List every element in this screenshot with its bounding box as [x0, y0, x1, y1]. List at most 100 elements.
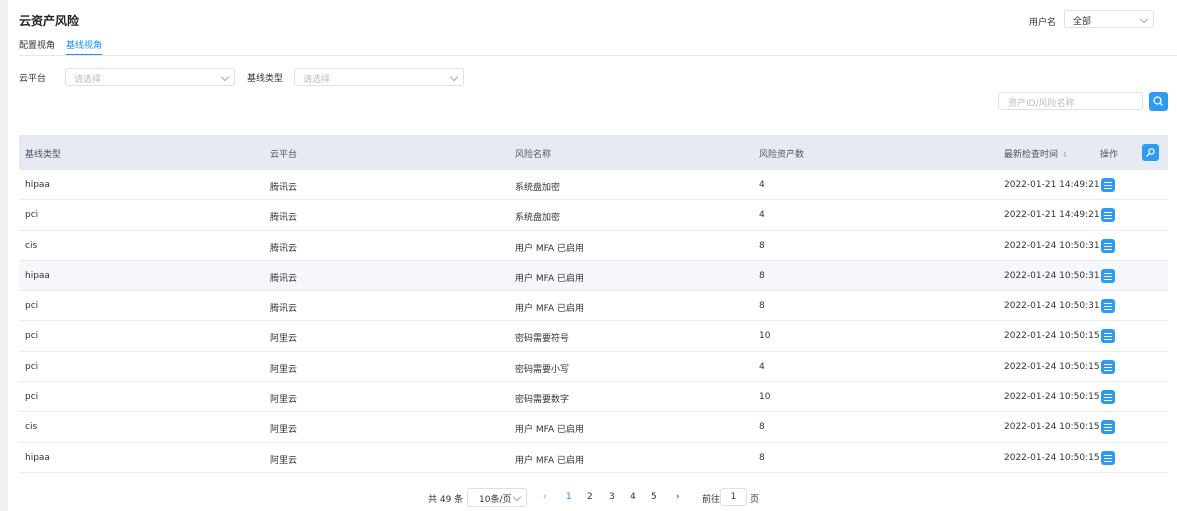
list-icon: [1104, 218, 1112, 220]
list-icon: [1104, 188, 1112, 189]
page-3[interactable]: 3: [609, 492, 615, 502]
column-header: 操作: [1100, 150, 1119, 160]
tab-baseline-view[interactable]: 基线视角: [66, 38, 103, 56]
list-icon: [1104, 400, 1112, 402]
next-page-button[interactable]: ›: [676, 492, 680, 502]
list-icon: [1104, 366, 1112, 368]
table-cell: 用户 MFA 已启用: [515, 455, 584, 466]
column-header: 风险资产数: [759, 150, 805, 160]
list-icon: [1104, 339, 1112, 341]
table-row: pci 阿里云 密码需要小写 4 2022-01-24 10:50:15: [19, 351, 1168, 383]
detail-list-button[interactable]: [1101, 450, 1115, 465]
goto-page-input[interactable]: 1: [720, 488, 747, 506]
table-cell: 系统盘加密: [515, 183, 561, 193]
page-suffix: 页: [750, 495, 760, 505]
table-cell: pci: [25, 331, 39, 342]
search-button[interactable]: [1149, 92, 1168, 111]
list-icon: [1104, 430, 1112, 432]
list-icon: [1104, 303, 1112, 305]
table-cell: pci: [25, 301, 39, 312]
list-icon: [1104, 185, 1112, 186]
search-placeholder: 资产ID/风险名称: [1008, 99, 1075, 109]
wrench-icon: [1146, 148, 1155, 157]
baseline-type-label: 基线类型: [247, 74, 284, 84]
user-filter-label: 用户名: [1029, 18, 1057, 28]
cloud-platform-select[interactable]: 请选择: [65, 68, 235, 86]
table-cell: cis: [25, 240, 38, 251]
baseline-type-select[interactable]: 请选择: [294, 68, 464, 86]
table-row: pci 腾讯云 系统盘加密 4 2022-01-21 14:49:21: [19, 200, 1168, 231]
user-select-value: 全部: [1073, 17, 1092, 27]
table-cell: hipaa: [25, 452, 50, 463]
search-input[interactable]: 资产ID/风险名称: [998, 92, 1143, 110]
table-cell: 2022-01-24 10:50:15: [1004, 452, 1100, 463]
chevron-down-icon: [449, 72, 459, 82]
list-icon: [1104, 248, 1112, 250]
table-cell: 腾讯云: [270, 213, 298, 224]
table-cell: 密码需要数字: [515, 395, 570, 406]
list-icon: [1104, 333, 1112, 335]
detail-list-button[interactable]: [1101, 329, 1115, 344]
cloud-platform-label: 云平台: [19, 74, 47, 84]
table-cell: 阿里云: [270, 395, 298, 406]
list-icon: [1104, 454, 1112, 456]
prev-page-button[interactable]: ‹: [543, 492, 547, 502]
list-icon: [1104, 427, 1112, 429]
list-icon: [1104, 245, 1112, 247]
table-cell: 8: [759, 452, 765, 463]
table-cell: 2022-01-24 10:50:15: [1004, 392, 1100, 403]
page-5[interactable]: 5: [651, 492, 657, 502]
page-2[interactable]: 2: [587, 492, 593, 502]
cloud-platform-placeholder: 请选择: [74, 75, 102, 85]
list-icon: [1104, 424, 1112, 426]
page-1[interactable]: 1: [566, 492, 572, 502]
column-header-sortable[interactable]: 最新检查时间 ⇕: [1004, 147, 1068, 160]
table-cell: 密码需要小写: [515, 364, 570, 375]
table-cell: pci: [25, 210, 39, 221]
table-cell: 用户 MFA 已启用: [515, 243, 584, 254]
table-cell: pci: [25, 392, 39, 403]
list-icon: [1104, 309, 1112, 311]
table-cell: 2022-01-24 10:50:31: [1004, 270, 1100, 281]
list-icon: [1104, 278, 1112, 280]
table-row: cis 腾讯云 用户 MFA 已启用 8 2022-01-24 10:50:31: [19, 230, 1168, 261]
table-header: 基线类型 云平台 风险名称 风险资产数 最新检查时间 ⇕ 操作: [19, 135, 1168, 170]
table-cell: 2022-01-24 10:50:31: [1004, 240, 1100, 251]
column-header: 风险名称: [515, 150, 552, 160]
table-row: hipaa 腾讯云 系统盘加密 4 2022-01-21 14:49:21: [19, 170, 1168, 201]
table-row: pci 腾讯云 用户 MFA 已启用 8 2022-01-24 10:50:31: [19, 291, 1168, 322]
search-icon: [1153, 96, 1163, 106]
list-icon: [1104, 397, 1112, 399]
detail-list-button[interactable]: [1101, 238, 1115, 253]
detail-list-button[interactable]: [1101, 359, 1115, 374]
list-icon: [1104, 369, 1112, 371]
user-select[interactable]: 全部: [1064, 10, 1154, 28]
table-cell: 用户 MFA 已启用: [515, 273, 584, 284]
detail-list-button[interactable]: [1101, 420, 1115, 435]
table-row: hipaa 阿里云 用户 MFA 已启用 8 2022-01-24 10:50:15: [19, 442, 1168, 473]
detail-list-button[interactable]: [1101, 208, 1115, 223]
table-cell: 4: [759, 180, 765, 190]
table-cell: cis: [25, 422, 38, 433]
page-size-select[interactable]: 10条/页: [467, 488, 527, 507]
table-cell: 4: [759, 210, 765, 221]
detail-list-button[interactable]: [1101, 299, 1115, 314]
table-cell: 腾讯云: [270, 183, 298, 193]
chevron-down-icon: [1139, 14, 1149, 24]
list-icon: [1104, 363, 1112, 365]
detail-list-button[interactable]: [1101, 178, 1115, 192]
list-icon: [1104, 212, 1112, 214]
detail-list-button[interactable]: [1101, 268, 1115, 283]
table-cell: 腾讯云: [270, 273, 298, 284]
table-cell: 阿里云: [270, 455, 298, 466]
sort-icon[interactable]: ⇕: [1062, 151, 1068, 159]
table-cell: 10: [759, 392, 771, 403]
table-cell: 10: [759, 331, 771, 342]
table-cell: 腾讯云: [270, 304, 298, 315]
tab-config-view[interactable]: 配置视角: [19, 38, 55, 51]
total-count: 共 49 条: [428, 495, 464, 505]
table-cell: 2022-01-21 14:49:21: [1004, 180, 1100, 190]
page-4[interactable]: 4: [630, 492, 636, 502]
column-settings-button[interactable]: [1142, 144, 1159, 161]
detail-list-button[interactable]: [1101, 390, 1115, 405]
